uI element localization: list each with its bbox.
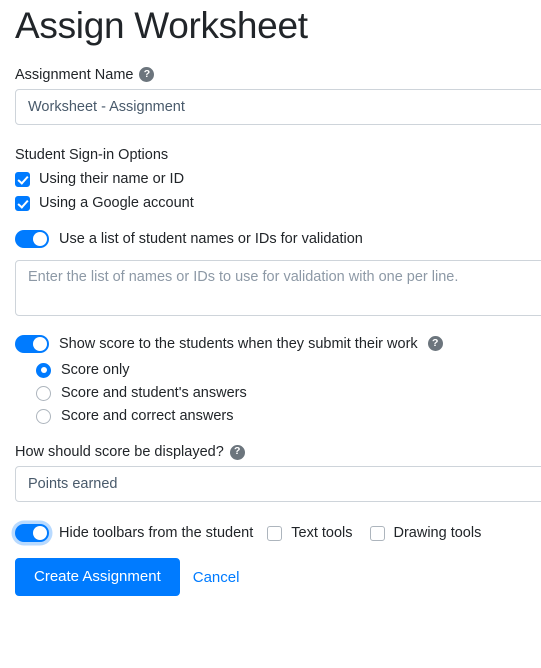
- toggle-show-score[interactable]: [15, 334, 49, 353]
- validation-textarea-wrap: [15, 259, 541, 316]
- radio-row-score-and-correct-answers[interactable]: Score and correct answers: [36, 408, 541, 424]
- create-assignment-button[interactable]: Create Assignment: [15, 558, 180, 597]
- hide-toolbars-toggle-row[interactable]: Hide toolbars from the student: [15, 524, 253, 543]
- page-title: Assign Worksheet: [15, 5, 308, 46]
- form-actions: Create Assignment Cancel: [15, 558, 541, 597]
- checkbox-drawing-tools[interactable]: [369, 525, 385, 541]
- help-icon[interactable]: ?: [229, 444, 245, 460]
- radio-label-score-only[interactable]: Score only: [61, 363, 130, 378]
- score-display-select[interactable]: [15, 466, 541, 503]
- toggle-label-show-score[interactable]: Show score to the students when they sub…: [59, 336, 418, 352]
- checkbox-row-drawing-tools[interactable]: Drawing tools: [369, 525, 482, 541]
- radio-row-score-only[interactable]: Score only: [36, 362, 541, 378]
- assignment-name-section: Assignment Name ?: [15, 65, 541, 125]
- toggle-label-hide-toolbars[interactable]: Hide toolbars from the student: [59, 525, 253, 541]
- help-icon[interactable]: ?: [139, 67, 155, 83]
- validation-toggle-row[interactable]: Use a list of student names or IDs for v…: [15, 229, 541, 248]
- hide-toolbars-row: Hide toolbars from the student Text tool…: [15, 524, 541, 543]
- radio-row-score-and-student-answers[interactable]: Score and student's answers: [36, 385, 541, 401]
- checkbox-row-google-account[interactable]: Using a Google account: [15, 195, 541, 211]
- radio-score-and-student-answers[interactable]: [36, 385, 51, 401]
- radio-score-and-correct-answers[interactable]: [36, 408, 51, 424]
- student-signin-label: Student Sign-in Options: [15, 146, 169, 163]
- toolbar-checkbox-group: Text tools Drawing tools: [267, 525, 482, 541]
- radio-label-score-and-correct-answers[interactable]: Score and correct answers: [61, 409, 233, 424]
- score-display-label-text: How should score be displayed?: [15, 443, 224, 460]
- checkbox-label-drawing-tools[interactable]: Drawing tools: [394, 526, 482, 541]
- checkbox-label-name-or-id[interactable]: Using their name or ID: [39, 172, 184, 187]
- toggle-label-use-validation-list[interactable]: Use a list of student names or IDs for v…: [59, 231, 363, 247]
- checkbox-google-account[interactable]: [15, 195, 30, 211]
- assign-worksheet-form: Assign Worksheet Assignment Name ? Stude…: [0, 5, 541, 668]
- student-signin-checkbox-group: Using their name or ID Using a Google ac…: [15, 171, 541, 211]
- checkbox-label-text-tools[interactable]: Text tools: [291, 526, 352, 541]
- toggle-use-validation-list[interactable]: [15, 229, 49, 248]
- student-signin-section: Student Sign-in Options Using their name…: [15, 147, 541, 211]
- assignment-name-input[interactable]: [15, 88, 541, 125]
- cancel-button[interactable]: Cancel: [193, 569, 240, 586]
- assignment-name-label-text: Assignment Name: [15, 66, 134, 83]
- help-icon[interactable]: ?: [427, 336, 443, 352]
- checkbox-label-google-account[interactable]: Using a Google account: [39, 196, 194, 211]
- checkbox-name-or-id[interactable]: [15, 171, 30, 187]
- validation-list-textarea[interactable]: [15, 259, 541, 316]
- checkbox-row-text-tools[interactable]: Text tools: [267, 525, 353, 541]
- show-score-toggle-row[interactable]: Show score to the students when they sub…: [15, 334, 541, 353]
- assignment-name-label: Assignment Name ?: [15, 65, 541, 85]
- score-display-label: How should score be displayed? ?: [15, 442, 541, 462]
- score-visibility-radio-group: Score only Score and student's answers S…: [36, 362, 541, 424]
- checkbox-text-tools[interactable]: [267, 525, 283, 541]
- score-display-section: How should score be displayed? ?: [15, 442, 541, 503]
- radio-label-score-and-student-answers[interactable]: Score and student's answers: [61, 386, 247, 401]
- radio-score-only[interactable]: [36, 362, 51, 378]
- checkbox-row-name-or-id[interactable]: Using their name or ID: [15, 171, 541, 187]
- toggle-hide-toolbars[interactable]: [15, 524, 49, 543]
